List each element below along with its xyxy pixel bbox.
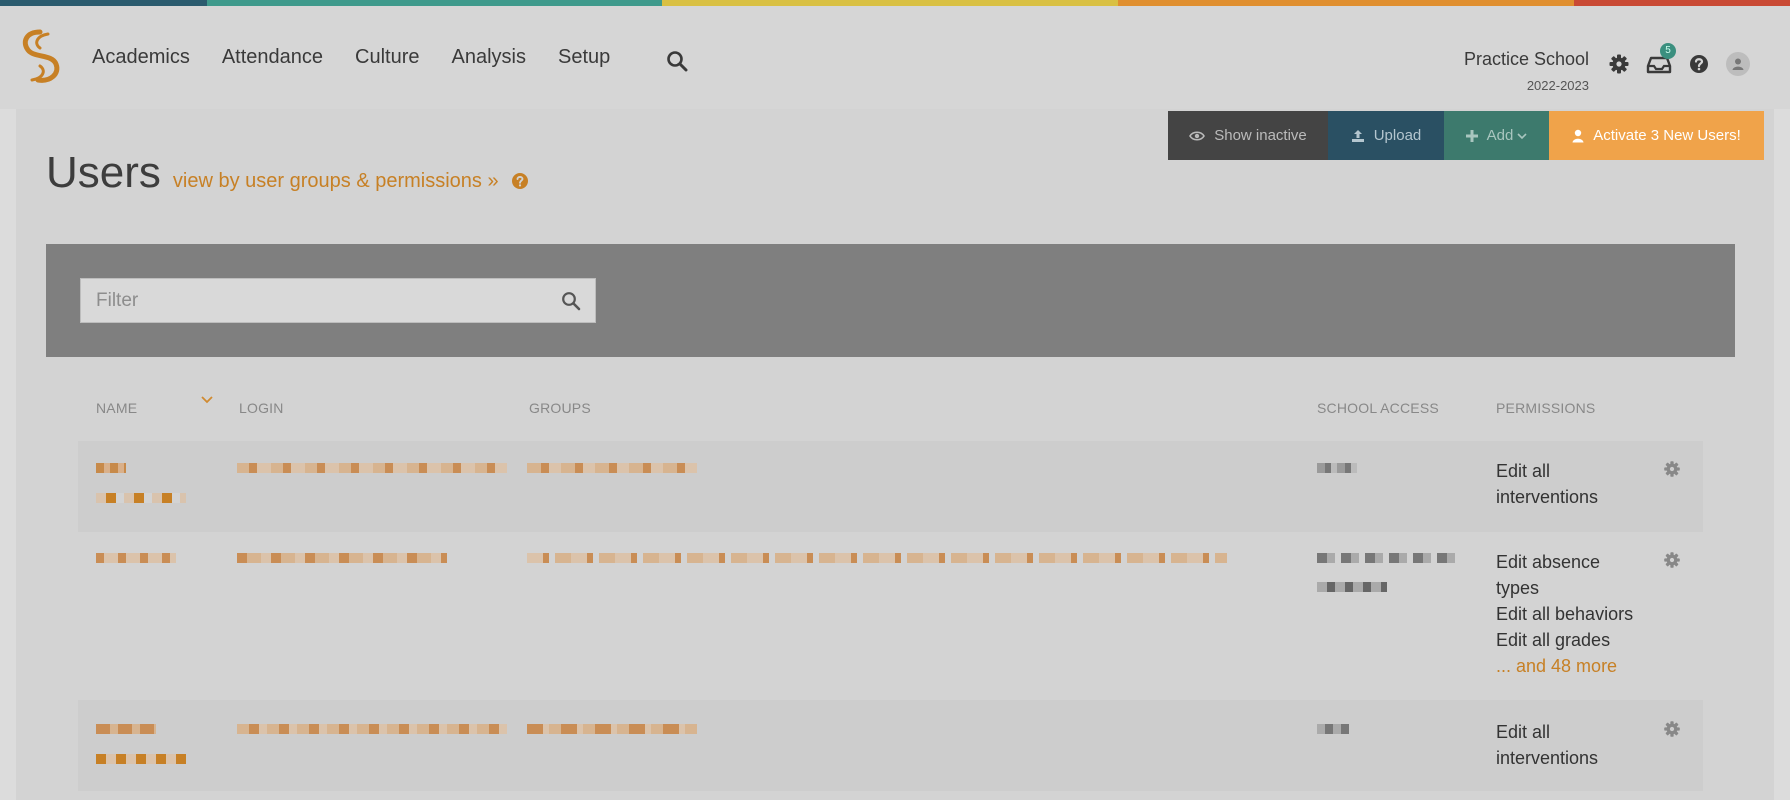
filter-box bbox=[80, 278, 596, 323]
filter-input[interactable] bbox=[81, 279, 551, 322]
more-permissions-link[interactable]: ... and 48 more bbox=[1496, 653, 1633, 679]
redacted-school-access bbox=[1317, 463, 1357, 473]
redacted-name bbox=[96, 724, 156, 734]
activate-label: Activate 3 New Users! bbox=[1593, 127, 1741, 144]
redacted-name bbox=[96, 493, 186, 503]
page-header: Users view by user groups & permissions … bbox=[46, 148, 529, 198]
school-name[interactable]: Practice School bbox=[1464, 49, 1589, 70]
gear-icon[interactable] bbox=[1663, 551, 1681, 569]
permissions-cell: Edit absence types Edit all behaviors Ed… bbox=[1496, 549, 1633, 679]
redacted-name bbox=[96, 754, 186, 764]
table-row[interactable]: Edit absence types Edit all behaviors Ed… bbox=[78, 532, 1703, 700]
show-inactive-button[interactable]: Show inactive bbox=[1168, 111, 1328, 160]
redacted-school-access bbox=[1317, 582, 1387, 592]
groups-permissions-link[interactable]: view by user groups & permissions » bbox=[173, 170, 499, 193]
gear-icon[interactable] bbox=[1608, 53, 1630, 75]
permission-item: types bbox=[1496, 578, 1540, 598]
permission-item: Edit all bbox=[1496, 461, 1551, 481]
permission-item: interventions bbox=[1496, 748, 1599, 768]
plus-icon bbox=[1465, 129, 1478, 142]
school-year: 2022-2023 bbox=[1526, 78, 1589, 93]
search-icon[interactable] bbox=[666, 50, 688, 72]
gear-icon[interactable] bbox=[1663, 460, 1681, 478]
eye-icon bbox=[1189, 130, 1206, 141]
permissions-cell: Edit all interventions bbox=[1496, 458, 1598, 510]
filter-bar bbox=[46, 244, 1735, 357]
page-title: Users bbox=[46, 148, 161, 197]
redacted-name bbox=[96, 553, 176, 563]
gear-icon[interactable] bbox=[1663, 720, 1681, 738]
redacted-login bbox=[237, 463, 507, 473]
column-name[interactable]: NAME bbox=[96, 400, 137, 416]
chevron-down-icon bbox=[1517, 132, 1527, 139]
redacted-groups bbox=[527, 553, 1227, 563]
nav-setup[interactable]: Setup bbox=[558, 46, 610, 69]
redacted-school-access bbox=[1317, 724, 1349, 734]
column-login[interactable]: LOGIN bbox=[239, 400, 284, 416]
upload-label: Upload bbox=[1373, 127, 1422, 144]
school-selector[interactable]: Practice School 2022-2023 bbox=[1464, 49, 1589, 93]
nav-academics[interactable]: Academics bbox=[92, 46, 190, 69]
permission-item: Edit absence bbox=[1496, 552, 1601, 572]
help-icon[interactable] bbox=[1688, 53, 1710, 75]
help-icon[interactable] bbox=[511, 172, 529, 190]
person-icon bbox=[1732, 58, 1744, 70]
table-row[interactable]: Edit all interventions bbox=[78, 700, 1703, 791]
upload-icon bbox=[1351, 129, 1364, 142]
nav-icon-group: 5 bbox=[1608, 43, 1750, 76]
redacted-login bbox=[237, 553, 447, 563]
redacted-name bbox=[96, 463, 126, 473]
permission-item: Edit all bbox=[1496, 722, 1551, 742]
redacted-groups bbox=[527, 724, 697, 734]
permission-item: Edit all grades bbox=[1496, 630, 1611, 650]
inbox-count-badge: 5 bbox=[1660, 43, 1676, 59]
column-groups[interactable]: GROUPS bbox=[529, 400, 591, 416]
redacted-school-access bbox=[1317, 553, 1457, 563]
add-button[interactable]: Add bbox=[1444, 111, 1549, 160]
activate-users-button[interactable]: Activate 3 New Users! bbox=[1549, 111, 1764, 160]
nav-analysis[interactable]: Analysis bbox=[452, 46, 526, 69]
main-menu: Academics Attendance Culture Analysis Se… bbox=[92, 46, 642, 69]
app-logo[interactable] bbox=[14, 28, 66, 86]
table-header: NAME LOGIN GROUPS SCHOOL ACCESS PERMISSI… bbox=[78, 396, 1703, 422]
inbox-button[interactable]: 5 bbox=[1646, 43, 1676, 75]
redacted-login bbox=[237, 724, 507, 734]
search-icon[interactable] bbox=[561, 291, 581, 311]
upload-button[interactable]: Upload bbox=[1328, 111, 1444, 160]
permission-item: Edit all behaviors bbox=[1496, 604, 1634, 624]
top-navbar: Academics Attendance Culture Analysis Se… bbox=[0, 6, 1790, 109]
sort-desc-icon[interactable] bbox=[201, 396, 213, 404]
user-icon bbox=[1572, 129, 1584, 142]
toolbar: Show inactive Upload Add Activate 3 New … bbox=[1168, 111, 1764, 160]
redacted-groups bbox=[527, 463, 697, 473]
column-permissions: PERMISSIONS bbox=[1496, 400, 1596, 416]
add-label: Add bbox=[1486, 127, 1514, 144]
column-school-access[interactable]: SCHOOL ACCESS bbox=[1317, 400, 1439, 416]
permission-item: interventions bbox=[1496, 487, 1599, 507]
nav-culture[interactable]: Culture bbox=[355, 46, 419, 69]
permissions-cell: Edit all interventions bbox=[1496, 719, 1598, 771]
user-avatar-icon[interactable] bbox=[1726, 52, 1750, 76]
show-inactive-label: Show inactive bbox=[1214, 127, 1307, 144]
nav-attendance[interactable]: Attendance bbox=[222, 46, 323, 69]
table-row[interactable]: Edit all interventions bbox=[78, 441, 1703, 532]
